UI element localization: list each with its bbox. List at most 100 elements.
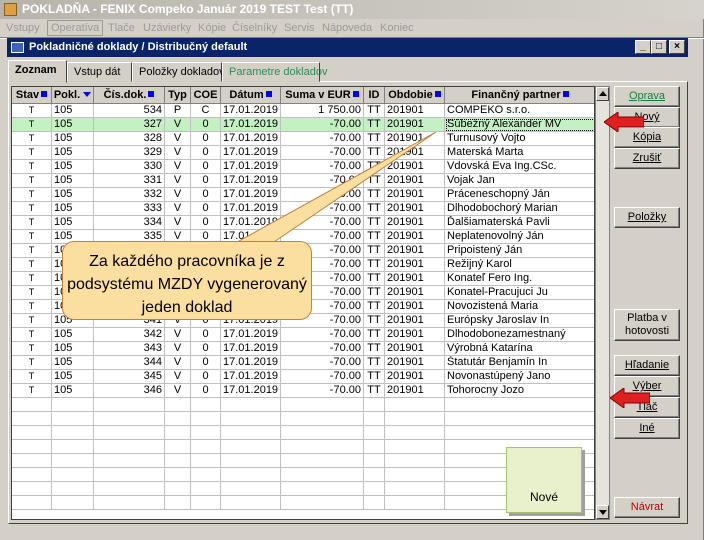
menu-item-ciselniky[interactable]: Číselníky [232,19,277,37]
cell-period: 201901 [385,202,445,216]
cell-financial-partner: Súbežný Alexander MV [445,118,594,132]
table-row[interactable]: T 105 344 V 0 17.01.2019 -70.00 TT 201901 Štatutá… [12,356,594,370]
menu-item-kopie[interactable]: Kópie [198,19,226,37]
sort-marker-icon [265,91,272,97]
column-header-coe[interactable]: COE [191,87,221,104]
cell-financial-partner: Vojak Jan [445,174,594,188]
cell-period: 201901 [385,300,445,314]
cell-status: T [12,328,52,342]
cell-id [364,426,385,440]
menu-item-operativa[interactable]: Operatíva [47,20,104,36]
column-header-financial-partner[interactable]: Finančný partner [445,87,594,104]
cell-coe [191,482,221,496]
tab-parametre-dokladov[interactable]: Parametre dokladov [222,62,327,82]
table-row[interactable]: T 105 332 V 0 17.01.2019 -70.00 TT 201901 Prácene… [12,188,594,202]
empty-table-row[interactable] [12,412,594,426]
cell-amount-eur [281,496,364,510]
cell-date [221,454,281,468]
cell-period: 201901 [385,132,445,146]
items-button[interactable]: Položky [614,207,680,228]
sort-marker-icon [41,91,48,97]
tab-polozky-dokladov[interactable]: Položky dokladov [132,62,225,82]
menu-item-tlace[interactable]: Tlače [108,19,135,37]
cell-status [12,496,52,510]
cell-financial-partner: Materská Marta [445,146,594,160]
search-button[interactable]: Hľadanie [614,355,680,376]
cell-period [385,468,445,482]
menu-item-uzavierky[interactable]: Uzávierky [143,19,191,37]
cell-type: V [165,118,191,132]
table-row[interactable]: T 105 329 V 0 17.01.2019 -70.00 TT 201901 Matersk… [12,146,594,160]
cash-payment-button[interactable]: Platba v hotovosti [614,309,680,341]
cell-financial-partner: COMPEKO s.r.o. [445,104,594,118]
cell-status: T [12,104,52,118]
cell-date: 17.01.2019 [221,146,281,160]
column-header-id[interactable]: ID [364,87,385,104]
tab-vstup-dat[interactable]: Vstup dát [67,62,132,82]
cell-coe: 0 [191,160,221,174]
cell-amount-eur: -70.00 [281,146,364,160]
scroll-up-button[interactable] [596,87,609,101]
column-header-cash-desk[interactable]: Pokl. [52,87,94,104]
minimize-button[interactable]: _ [635,40,651,54]
column-header-period[interactable]: Obdobie [385,87,445,104]
table-row[interactable]: T 105 345 V 0 17.01.2019 -70.00 TT 201901 Novonas… [12,370,594,384]
cell-period: 201901 [385,328,445,342]
cell-period [385,426,445,440]
cell-id: TT [364,342,385,356]
column-header-label: Obdobie [388,89,433,101]
cell-status: T [12,132,52,146]
tab-zoznam[interactable]: Zoznam [8,60,67,83]
cell-type: V [165,160,191,174]
table-scrollbar[interactable] [595,86,610,520]
cell-cash-desk: 105 [52,216,94,230]
app-title: POKLADŇA - FENIX Compeko Január 2019 TES… [22,2,354,16]
cell-period: 201901 [385,258,445,272]
return-button[interactable]: Návrat [614,497,680,518]
menu-item-napoveda[interactable]: Nápoveda [322,19,372,37]
cell-coe: 0 [191,146,221,160]
edit-button[interactable]: Oprava [614,86,680,107]
table-row[interactable]: T 105 327 V 0 17.01.2019 -70.00 TT 201901 Súbežný… [12,118,594,132]
cell-coe [191,468,221,482]
cell-doc-number [94,468,165,482]
cell-cash-desk: 105 [52,342,94,356]
table-row[interactable]: T 105 342 V 0 17.01.2019 -70.00 TT 201901 Dlhodob… [12,328,594,342]
column-header-amount-eur[interactable]: Suma v EUR [281,87,364,104]
empty-table-row[interactable] [12,426,594,440]
other-button[interactable]: Iné [614,418,680,439]
menu-item-vstupy[interactable]: Vstupy [6,19,40,37]
cell-amount-eur: -70.00 [281,118,364,132]
column-header-date[interactable]: Dátum [221,87,281,104]
cell-coe [191,454,221,468]
table-row[interactable]: T 105 534 P C 17.01.2019 1 750.00 TT 201901 COMPE… [12,104,594,118]
cell-coe: 0 [191,342,221,356]
menu-item-servis[interactable]: Servis [284,19,315,37]
cell-id: TT [364,328,385,342]
maximize-button[interactable]: □ [651,40,667,54]
cell-financial-partner: Konateľ Fero Ing. [445,272,594,286]
cell-coe: 0 [191,356,221,370]
table-row[interactable]: T 105 346 V 0 17.01.2019 -70.00 TT 201901 Tohoroc… [12,384,594,398]
cell-doc-number [94,440,165,454]
table-row[interactable]: T 105 328 V 0 17.01.2019 -70.00 TT 201901 Turnuso… [12,132,594,146]
scroll-down-button[interactable] [596,505,609,519]
column-header-label: Čís.dok. [103,89,147,101]
table-row[interactable]: T 105 343 V 0 17.01.2019 -70.00 TT 201901 Výrobná… [12,342,594,356]
table-row[interactable]: T 105 330 V 0 17.01.2019 -70.00 TT 201901 Vdovská… [12,160,594,174]
cell-period: 201901 [385,216,445,230]
cancel-document-button[interactable]: Zrušiť [614,148,680,169]
table-row[interactable]: T 105 331 V 0 17.01.2019 -70.00 TT 201901 Vojak J… [12,174,594,188]
column-header-type[interactable]: Typ [165,87,191,104]
sort-marker-icon [434,91,441,97]
close-button[interactable]: × [669,40,685,54]
cell-type [165,468,191,482]
cell-cash-desk [52,468,94,482]
cell-doc-number: 346 [94,384,165,398]
empty-table-row[interactable] [12,398,594,412]
menu-item-koniec[interactable]: Koniec [380,19,414,37]
table-row[interactable]: T 105 334 V 0 17.01.2019 -70.00 TT 201901 Ďalšiam… [12,216,594,230]
table-row[interactable]: T 105 333 V 0 17.01.2019 -70.00 TT 201901 Dlhodob… [12,202,594,216]
column-header-status[interactable]: Stav [12,87,52,104]
column-header-doc-number[interactable]: Čís.dok. [94,87,165,104]
